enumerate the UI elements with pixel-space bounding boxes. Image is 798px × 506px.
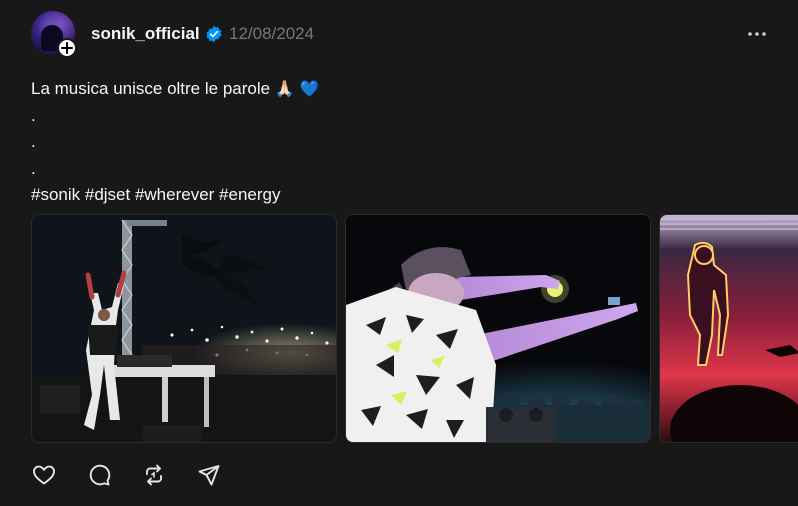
photo-dj-stage-crowd (32, 215, 336, 442)
follow-plus-icon[interactable] (57, 38, 77, 58)
media-photo-3[interactable] (659, 214, 798, 443)
share-icon[interactable] (196, 462, 222, 488)
caption-text: La musica unisce oltre le parole (31, 79, 271, 98)
praying-hands-emoji: 🙏🏻 (274, 79, 295, 98)
post-timestamp[interactable]: 12/08/2024 (229, 24, 314, 44)
media-photo-2[interactable] (345, 214, 651, 443)
more-options-icon[interactable] (746, 26, 768, 42)
photo-neon-figure-stage (660, 215, 798, 442)
media-photo-1[interactable] (31, 214, 337, 443)
repost-icon[interactable] (141, 462, 167, 488)
caption-line: . (31, 158, 36, 178)
comment-icon[interactable] (86, 462, 112, 488)
caption-hashtags[interactable]: #sonik #djset #wherever #energy (31, 182, 319, 209)
like-icon[interactable] (31, 462, 57, 488)
blue-heart-emoji: 💙 (299, 79, 320, 98)
avatar-button[interactable] (31, 11, 77, 58)
post-caption: La musica unisce oltre le parole 🙏🏻 💙 . … (31, 76, 319, 209)
photo-dj-pointing-crowd (346, 215, 650, 442)
username-link[interactable]: sonik_official (91, 24, 200, 44)
media-carousel[interactable] (31, 214, 798, 444)
caption-line: . (31, 132, 36, 151)
caption-line: . (31, 105, 36, 125)
caption-line: La musica unisce oltre le parole 🙏🏻 💙 (31, 76, 319, 103)
thread-post: sonik_official 12/08/2024 La musica unis… (0, 0, 798, 506)
verified-badge-icon (206, 25, 222, 43)
